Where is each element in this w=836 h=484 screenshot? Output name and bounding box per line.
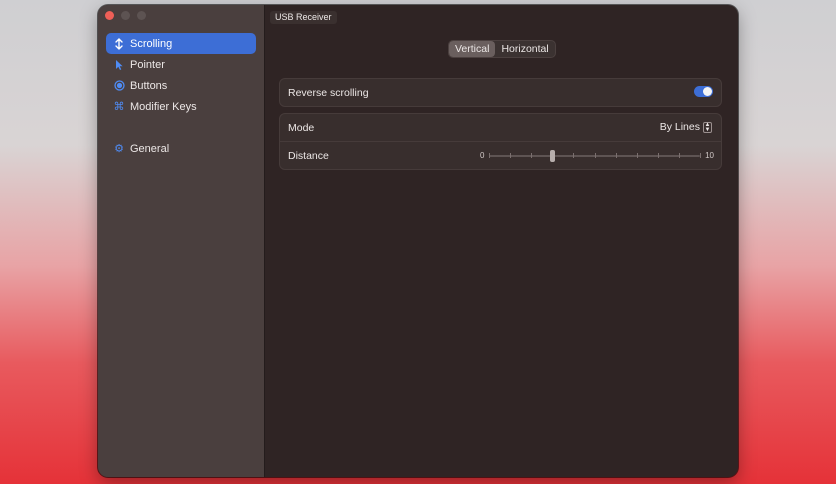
sidebar-item-label: Scrolling: [130, 37, 173, 50]
slider-tick: [657, 153, 659, 158]
sidebar-item-general[interactable]: ⚙ General: [106, 138, 256, 159]
device-tab[interactable]: USB Receiver: [270, 11, 337, 24]
reverse-scrolling-toggle[interactable]: [694, 86, 713, 97]
tab-vertical[interactable]: Vertical: [449, 41, 496, 57]
window-controls: [105, 11, 146, 20]
slider-tick: [489, 153, 490, 158]
maximize-window-button[interactable]: [137, 11, 146, 20]
sidebar-item-buttons[interactable]: Buttons: [106, 75, 256, 96]
sidebar-item-modifier-keys[interactable]: ⌘ Modifier Keys: [106, 96, 256, 117]
arrow-up-down-icon: [113, 37, 125, 50]
sidebar-item-pointer[interactable]: Pointer: [106, 54, 256, 75]
sidebar-item-label: General: [130, 142, 170, 155]
mode-select[interactable]: By Lines ▲ ▼: [660, 121, 712, 133]
slider-tick: [700, 153, 701, 158]
slider-tick: [636, 153, 638, 158]
mode-label: Mode: [288, 121, 315, 134]
reverse-scrolling-row: Reverse scrolling: [280, 79, 721, 106]
chevron-up-down-icon: ▲ ▼: [703, 121, 712, 133]
sidebar: Scrolling Pointer Buttons ⌘ Modifier Key…: [98, 5, 265, 477]
sidebar-item-label: Modifier Keys: [130, 100, 197, 113]
sidebar-item-scrolling[interactable]: Scrolling: [106, 33, 256, 54]
app-window: Scrolling Pointer Buttons ⌘ Modifier Key…: [98, 5, 738, 477]
sidebar-item-label: Buttons: [130, 79, 168, 92]
minimize-window-button[interactable]: [121, 11, 130, 20]
scroll-settings-group: Mode By Lines ▲ ▼ Distance 0 10: [279, 113, 722, 170]
direction-segmented-control: Vertical Horizontal: [448, 40, 556, 58]
distance-row: Distance 0 10: [280, 141, 721, 169]
sidebar-nav: Scrolling Pointer Buttons ⌘ Modifier Key…: [106, 33, 256, 159]
slider-tick: [573, 153, 575, 158]
slider-tick: [510, 153, 512, 158]
reverse-scrolling-label: Reverse scrolling: [288, 86, 369, 99]
mode-select-value: By Lines: [659, 121, 700, 133]
distance-min-label: 0: [480, 151, 485, 160]
reverse-scrolling-group: Reverse scrolling: [279, 78, 722, 107]
distance-max-label: 10: [705, 151, 714, 160]
cursor-icon: [113, 59, 125, 71]
slider-tick: [615, 153, 617, 158]
distance-label: Distance: [288, 149, 329, 162]
slider-tick: [531, 153, 533, 158]
close-window-button[interactable]: [105, 11, 114, 20]
mode-row: Mode By Lines ▲ ▼: [280, 114, 721, 141]
circle-button-icon: [113, 80, 125, 92]
distance-slider[interactable]: 0 10: [480, 149, 714, 163]
sidebar-item-label: Pointer: [130, 58, 165, 71]
slider-track: [489, 150, 701, 162]
slider-tick: [678, 153, 680, 158]
command-key-icon: ⌘: [113, 101, 125, 113]
slider-knob[interactable]: [550, 150, 556, 162]
slider-tick: [594, 153, 596, 158]
tab-horizontal[interactable]: Horizontal: [495, 41, 554, 57]
gear-icon: ⚙: [114, 143, 124, 155]
